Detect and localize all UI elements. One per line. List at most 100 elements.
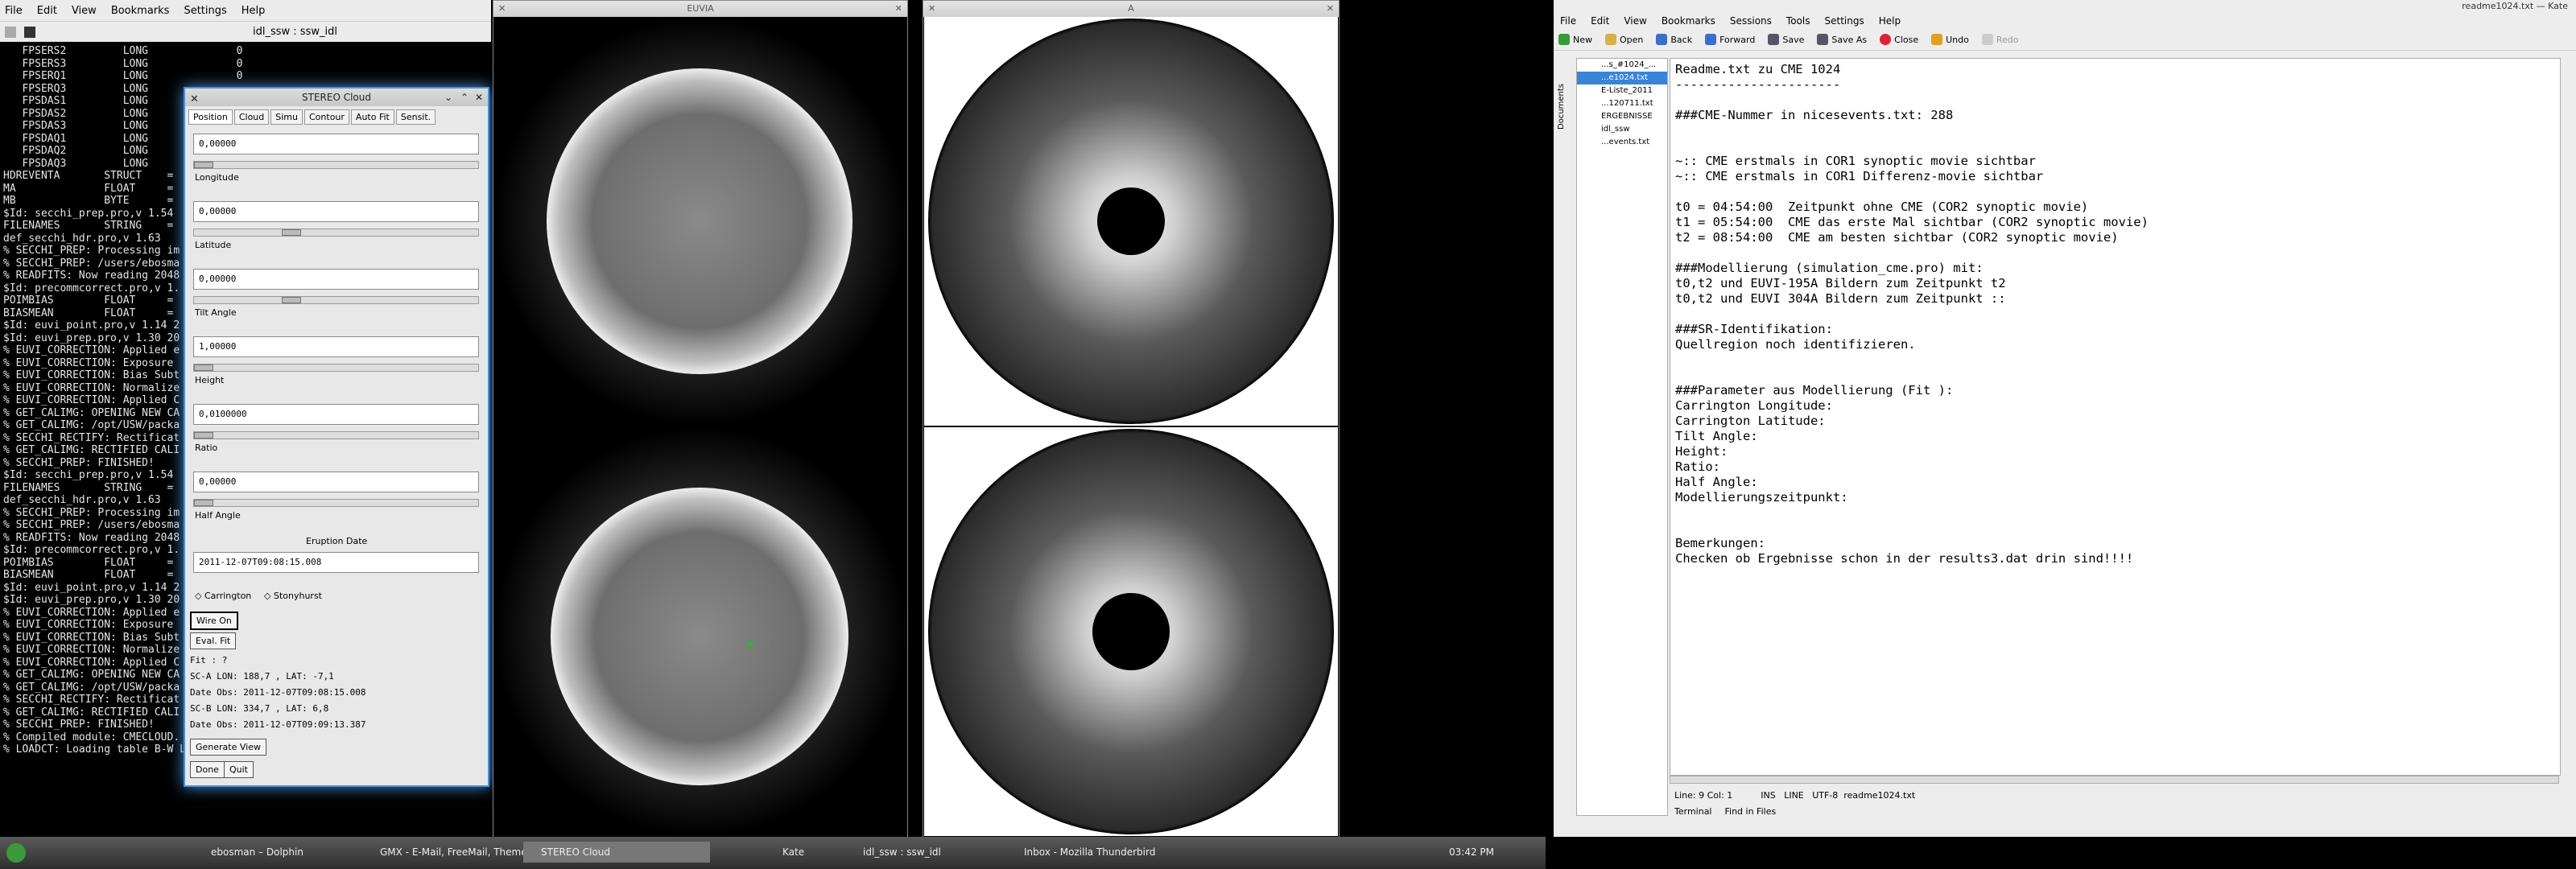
slider-thumb[interactable]: [194, 500, 213, 506]
slider-thumb[interactable]: [194, 364, 213, 371]
file-item[interactable]: ...120711.txt: [1577, 97, 1667, 110]
close-icon[interactable]: ✕: [1327, 1, 1334, 17]
file-item[interactable]: ...events.txt: [1577, 136, 1667, 149]
maximize-icon[interactable]: ⌃: [460, 89, 469, 106]
coronagraph-images[interactable]: [924, 17, 1338, 836]
dialog-titlebar[interactable]: ✕ STEREO Cloud ⌄ ⌃ ✕: [185, 89, 488, 106]
save-button[interactable]: Save: [1768, 34, 1804, 45]
open-button[interactable]: Open: [1605, 34, 1643, 45]
editor-line: Quellregion noch identifizieren.: [1675, 337, 1916, 352]
text-editor[interactable]: Readme.txt zu CME 1024 ------------------…: [1670, 58, 2561, 776]
half-angle-field[interactable]: 0,00000: [193, 472, 479, 492]
tab-auto-fit[interactable]: Auto Fit: [350, 109, 394, 125]
menu-help[interactable]: Help: [1879, 15, 1901, 27]
save-as-button[interactable]: Save As: [1817, 34, 1867, 45]
terminal-tab[interactable]: idl_ssw : ssw_idl: [253, 26, 337, 38]
redo-button[interactable]: Redo: [1981, 34, 2019, 45]
file-item[interactable]: idl_ssw: [1577, 123, 1667, 136]
file-item[interactable]: ERGEBNISSE: [1577, 110, 1667, 123]
eruption-date-field[interactable]: 2011-12-07T09:08:15.008: [193, 552, 479, 573]
radio-carrington[interactable]: ◇ Carrington: [195, 591, 251, 601]
eval-fit-button[interactable]: Eval. Fit: [190, 632, 237, 649]
tilt-angle-field[interactable]: 0,00000: [193, 269, 479, 290]
new-tab-icon[interactable]: [5, 26, 16, 38]
task-dolphin[interactable]: ebosman – Dolphin: [193, 842, 303, 863]
find-in-files-tab[interactable]: Find in Files: [1725, 806, 1777, 817]
slider-thumb[interactable]: [282, 297, 302, 303]
task-kate[interactable]: Kate: [765, 842, 804, 863]
file-item[interactable]: E-Liste_2011: [1577, 84, 1667, 97]
minimize-icon[interactable]: ⌄: [444, 89, 452, 106]
menu-view[interactable]: View: [1624, 15, 1646, 27]
file-list-panel: ...s_#1024_... ...e1024.txt E-Liste_2011…: [1576, 58, 1668, 816]
kate-toolbar: New Open Back Forward Save Save As Close…: [1554, 29, 2576, 51]
close-icon[interactable]: ✕: [895, 1, 902, 17]
menu-bookmarks[interactable]: Bookmarks: [1662, 15, 1715, 27]
dialog-menu-icon[interactable]: ✕: [190, 91, 199, 109]
start-menu-icon[interactable]: [6, 843, 26, 863]
radio-icon[interactable]: ◇: [264, 591, 270, 601]
half-angle-slider[interactable]: [193, 499, 479, 507]
menu-bookmarks[interactable]: Bookmarks: [111, 5, 170, 17]
tab-sensit[interactable]: Sensit.: [395, 109, 436, 125]
latitude-field[interactable]: 0,00000: [193, 201, 479, 222]
tab-cloud[interactable]: Cloud: [233, 109, 270, 125]
euvi-images[interactable]: [494, 17, 906, 836]
tilt-angle-slider[interactable]: [193, 296, 479, 304]
terminal-tab[interactable]: Terminal: [1674, 806, 1712, 817]
done-button[interactable]: Done: [190, 761, 225, 778]
window-menu-icon[interactable]: ✕: [498, 1, 506, 17]
longitude-field[interactable]: 0,00000: [193, 134, 479, 154]
back-button[interactable]: Back: [1656, 34, 1692, 45]
new-button[interactable]: New: [1558, 34, 1592, 45]
ratio-field[interactable]: 0,0100000: [193, 404, 479, 425]
menu-settings[interactable]: Settings: [184, 5, 226, 17]
longitude-slider[interactable]: [193, 161, 479, 169]
quit-button[interactable]: Quit: [224, 761, 254, 778]
menu-edit[interactable]: Edit: [37, 5, 57, 17]
clock[interactable]: 03:42 PM: [1449, 842, 1494, 863]
menu-tools[interactable]: Tools: [1786, 15, 1810, 27]
task-idl-ssw[interactable]: idl_ssw : ssw_idl: [845, 842, 941, 863]
close-button[interactable]: Close: [1880, 34, 1918, 45]
slider-thumb[interactable]: [194, 432, 213, 439]
wire-on-button[interactable]: Wire On: [190, 612, 238, 630]
tab-simu[interactable]: Simu: [270, 109, 303, 125]
editor-line: t2 = 08:54:00 CME am besten sichtbar (CO…: [1675, 230, 2119, 245]
undo-button[interactable]: Undo: [1931, 34, 1969, 45]
radio-stonyhurst[interactable]: ◇ Stonyhurst: [264, 591, 322, 601]
height-field[interactable]: 1,00000: [193, 336, 479, 357]
radio-icon[interactable]: ◇: [195, 591, 201, 601]
menu-sessions[interactable]: Sessions: [1730, 15, 1772, 27]
menu-edit[interactable]: Edit: [1591, 15, 1609, 27]
menu-settings[interactable]: Settings: [1824, 15, 1864, 27]
ratio-slider[interactable]: [193, 431, 479, 439]
menu-help[interactable]: Help: [242, 5, 266, 17]
slider-thumb[interactable]: [194, 162, 213, 168]
euvi-titlebar[interactable]: ✕ EUVIA ✕: [493, 1, 907, 17]
generate-view-button[interactable]: Generate View: [190, 739, 266, 756]
cor-titlebar[interactable]: ✕ A ✕: [923, 1, 1339, 17]
window-menu-icon[interactable]: ✕: [928, 1, 935, 17]
slider-thumb[interactable]: [282, 229, 302, 236]
menu-file[interactable]: File: [5, 5, 23, 17]
tab-position[interactable]: Position: [188, 109, 233, 125]
menu-view[interactable]: View: [72, 5, 97, 17]
height-slider[interactable]: [193, 364, 479, 372]
editor-text[interactable]: Readme.txt zu CME 1024 ------------------…: [1675, 62, 2149, 566]
editor-line: t1 = 05:54:00 CME das erste Mal sichtbar…: [1675, 215, 2149, 229]
task-stereo-cloud[interactable]: STEREO Cloud: [523, 842, 710, 863]
forward-button[interactable]: Forward: [1705, 34, 1755, 45]
documents-side-tab[interactable]: Documents: [1557, 58, 1573, 154]
file-item[interactable]: ...s_#1024_...: [1577, 59, 1667, 72]
task-thunderbird[interactable]: Inbox - Mozilla Thunderbird: [1006, 842, 1155, 863]
menu-file[interactable]: File: [1560, 15, 1576, 27]
file-item-selected[interactable]: ...e1024.txt: [1577, 72, 1667, 84]
latitude-slider[interactable]: [193, 229, 479, 237]
horizontal-scrollbar[interactable]: [1670, 776, 2559, 784]
tab-contour[interactable]: Contour: [304, 109, 349, 125]
close-icon[interactable]: ✕: [475, 89, 483, 106]
